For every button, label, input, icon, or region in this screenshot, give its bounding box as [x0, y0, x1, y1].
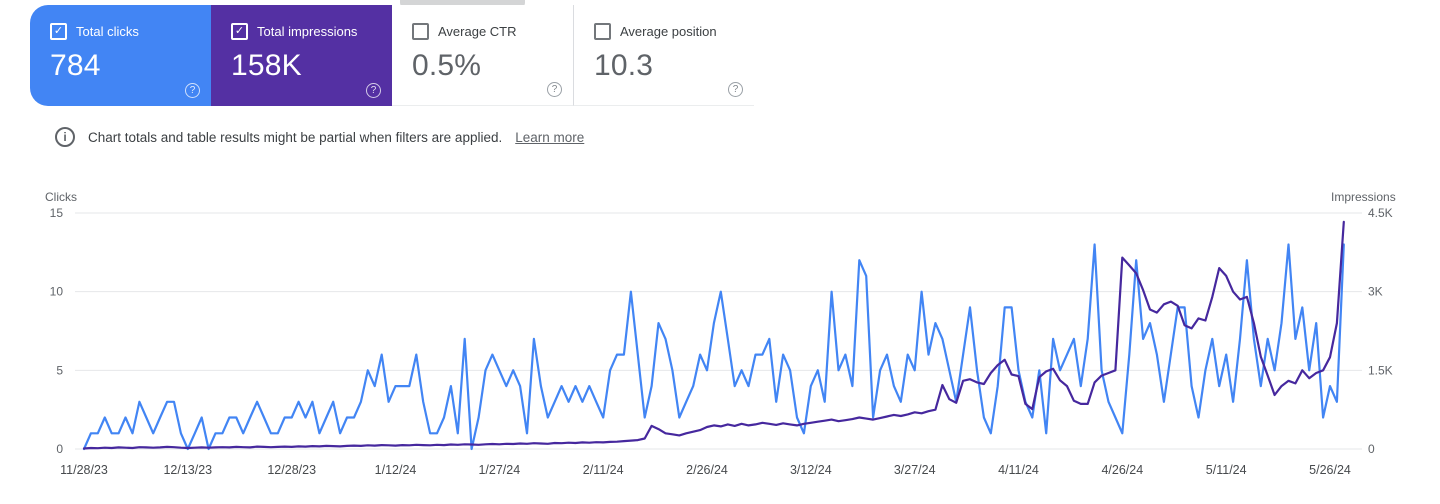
x-axis-tick: 11/28/23 — [60, 463, 108, 477]
x-axis-tick: 5/26/24 — [1309, 463, 1351, 477]
x-axis-tick: 1/27/24 — [478, 463, 520, 477]
x-axis-tick: 4/11/24 — [998, 463, 1039, 477]
x-axis-tick: 3/27/24 — [894, 463, 936, 477]
right-axis-title: Impressions — [1331, 190, 1396, 204]
left-axis-tick: 10 — [50, 285, 64, 299]
left-axis-tick: 0 — [56, 442, 63, 456]
right-axis-tick: 4.5K — [1368, 206, 1393, 220]
right-axis-tick: 0 — [1368, 442, 1375, 456]
x-axis-tick: 2/11/24 — [583, 463, 624, 477]
impressions-line[interactable] — [82, 220, 1345, 450]
x-axis-tick: 5/11/24 — [1206, 463, 1247, 477]
right-axis-tick: 1.5K — [1368, 363, 1393, 377]
performance-chart[interactable]: 0 0 5 1.5K 10 3K 15 4.5K Clicks Impressions 11/28/… — [0, 0, 1440, 504]
x-axis-tick: 3/12/24 — [790, 463, 832, 477]
left-axis-title: Clicks — [45, 190, 77, 204]
x-axis-tick: 2/26/24 — [686, 463, 728, 477]
left-axis-tick: 5 — [56, 363, 63, 377]
right-axis-tick: 3K — [1368, 285, 1383, 299]
x-axis-tick: 1/12/24 — [375, 463, 417, 477]
clicks-line[interactable] — [82, 243, 1345, 451]
left-axis-tick: 15 — [50, 206, 64, 220]
x-axis-tick: 4/26/24 — [1101, 463, 1143, 477]
x-axis-tick: 12/28/23 — [267, 463, 316, 477]
x-axis-tick: 12/13/23 — [163, 463, 212, 477]
